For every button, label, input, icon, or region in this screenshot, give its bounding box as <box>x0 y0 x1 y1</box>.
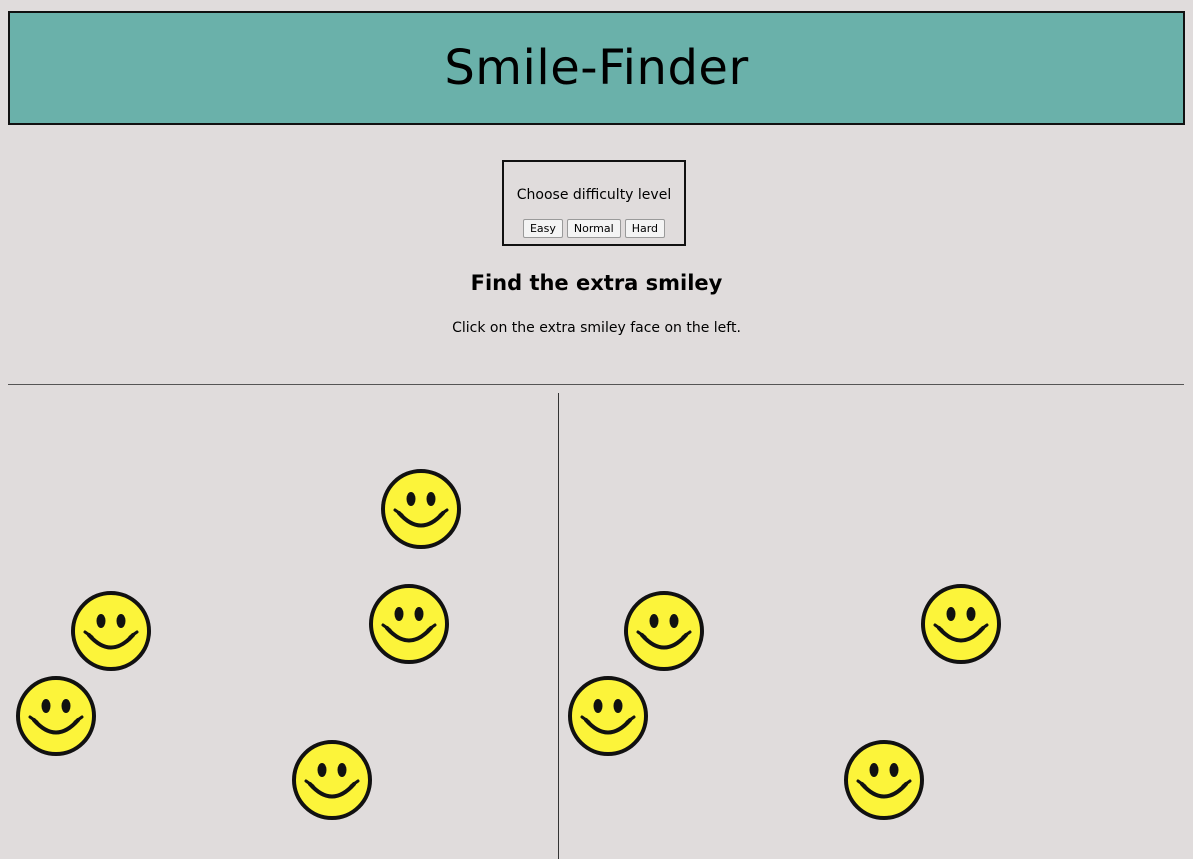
difficulty-label: Choose difficulty level <box>516 187 672 203</box>
smiley-face-icon <box>567 675 649 757</box>
easy-button[interactable]: Easy <box>522 219 563 238</box>
smiley-face-icon <box>623 590 705 672</box>
header-banner: Smile-Finder <box>8 11 1185 125</box>
smiley-face-icon[interactable] <box>380 468 462 550</box>
difficulty-selector: Choose difficulty level Easy Normal Hard <box>502 160 686 246</box>
smiley-face-icon <box>920 583 1002 665</box>
app-title: Smile-Finder <box>444 40 749 96</box>
smiley-face-icon <box>843 739 925 821</box>
left-side-panel[interactable] <box>0 393 558 859</box>
smiley-face-icon[interactable] <box>368 583 450 665</box>
section-divider <box>8 384 1184 385</box>
hard-button[interactable]: Hard <box>624 219 666 238</box>
smiley-face-icon[interactable] <box>291 739 373 821</box>
game-page: Smile-Finder Choose difficulty level Eas… <box>0 0 1193 859</box>
game-instructions: Click on the extra smiley face on the le… <box>452 320 741 336</box>
normal-button[interactable]: Normal <box>566 219 621 238</box>
game-heading: Find the extra smiley <box>470 271 723 295</box>
right-side-panel <box>559 393 1193 859</box>
smiley-face-icon[interactable] <box>70 590 152 672</box>
smiley-face-icon[interactable] <box>15 675 97 757</box>
difficulty-buttons: Easy Normal Hard <box>504 219 684 238</box>
